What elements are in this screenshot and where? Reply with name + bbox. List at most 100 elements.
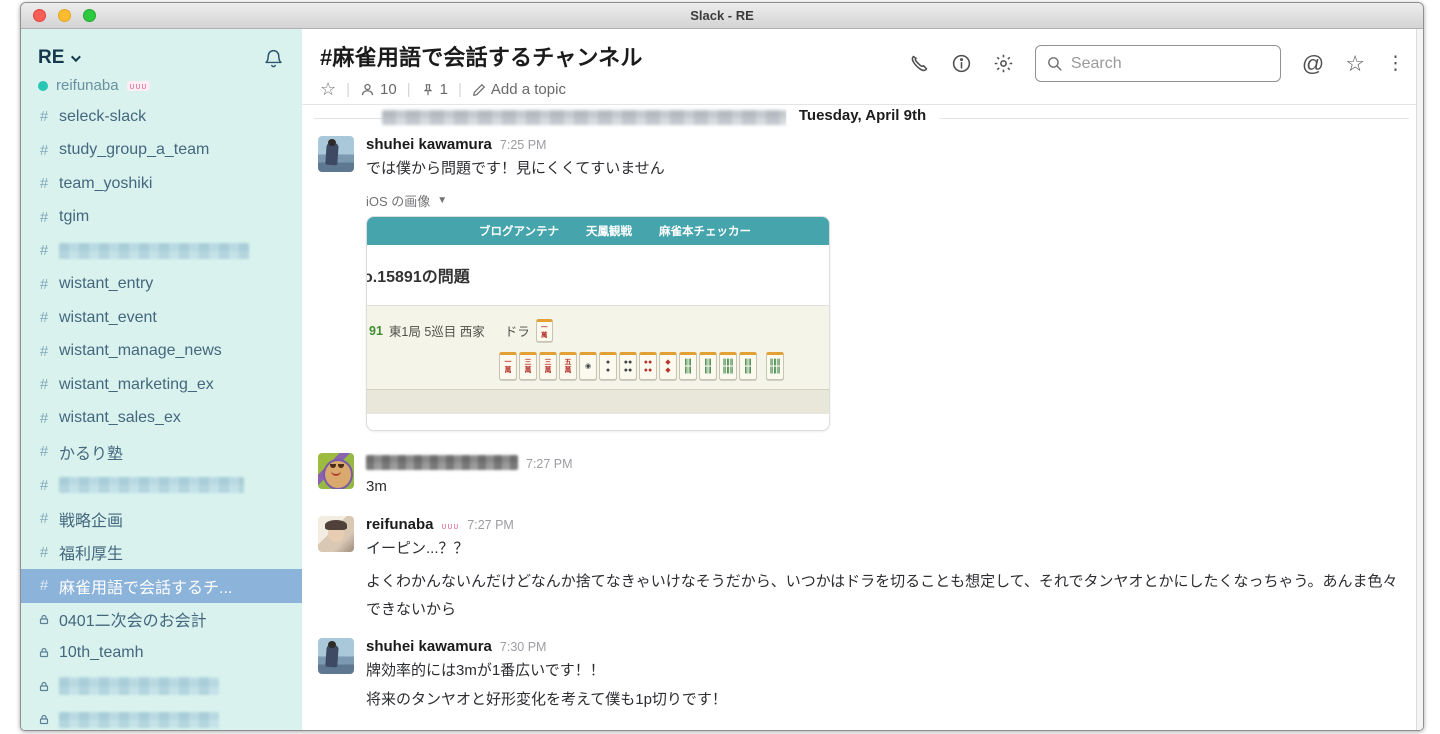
sidebar-item-9[interactable]: # wistant_sales_ex <box>21 402 302 436</box>
zoom-window-button[interactable] <box>83 9 96 22</box>
sidebar-item-7[interactable]: # wistant_manage_news <box>21 335 302 369</box>
channel-label: wistant_marketing_ex <box>59 375 214 393</box>
sidebar-item-blurred-11[interactable]: # <box>21 469 302 503</box>
sidebar-item-16[interactable]: 10th_teamh <box>21 636 302 670</box>
sidebar-item-1[interactable]: # study_group_a_team <box>21 134 302 168</box>
current-user[interactable]: reifunaba υυυ <box>21 74 302 100</box>
mahjong-tile: 一 萬 <box>499 352 517 380</box>
search-box[interactable] <box>1034 45 1281 82</box>
member-count[interactable]: 10 <box>360 81 397 98</box>
message-username[interactable]: shuhei kawamura <box>366 638 492 655</box>
avatar[interactable] <box>318 136 354 172</box>
message-username[interactable]: shuhei kawamura <box>366 136 492 153</box>
titlebar: Slack - RE <box>21 3 1423 29</box>
window-scrollbar[interactable] <box>1416 29 1423 730</box>
embed-nav-bar: ブログアンテナ 天鳳観戦 麻雀本チェッカー <box>367 217 829 245</box>
message-text: よくわかんないんだけどなんか捨てなきゃいけなそうだから、いつかはドラを切ることも… <box>366 573 1398 618</box>
attachment-toggle[interactable]: iOS の画像 ▼ <box>366 191 1399 210</box>
avatar[interactable] <box>318 637 354 674</box>
workspace-menu[interactable]: RE <box>38 47 82 69</box>
settings-gear-icon[interactable] <box>993 53 1014 74</box>
lock-icon <box>38 713 50 726</box>
channel-info-icon[interactable] <box>951 53 972 74</box>
channel-label: 0401二次会のお会計 <box>59 613 207 631</box>
mahjong-tile: ●● ●● <box>639 352 657 380</box>
message-timestamp[interactable]: 7:25 PM <box>500 138 547 152</box>
message-text: 将来のタンヤオと好形変化を考えて僕も1p切りです！ <box>366 690 727 708</box>
sidebar-item-15[interactable]: 0401二次会のお会計 <box>21 603 302 637</box>
message-timestamp[interactable]: 7:27 PM <box>467 518 514 532</box>
date-divider-label[interactable]: Tuesday, April 9th <box>785 107 940 124</box>
main-panel: #麻雀用語で会話するチャンネル ☆ | 10 | 1 | Add a topic… <box>302 29 1423 730</box>
embed-page-title-row: o.15891の問題 <box>367 245 829 306</box>
hash-icon: # <box>39 409 49 427</box>
message-timestamp[interactable]: 7:30 PM <box>500 640 547 654</box>
username-status-emoji: υυυ <box>441 521 460 531</box>
hash-icon: # <box>39 443 49 461</box>
person-icon <box>361 83 374 96</box>
sidebar-item-12[interactable]: # 戦略企画 <box>21 502 302 536</box>
pinned-items[interactable]: 1 <box>421 81 448 98</box>
sidebar-item-blurred-17[interactable] <box>21 670 302 704</box>
starred-items-icon[interactable]: ☆ <box>1345 51 1365 77</box>
sidebar-item-5[interactable]: # wistant_entry <box>21 268 302 302</box>
workspace-name: RE <box>38 47 65 68</box>
hash-icon: # <box>39 208 49 226</box>
sidebar-item-8[interactable]: # wistant_marketing_ex <box>21 368 302 402</box>
lock-icon <box>38 613 50 626</box>
message-timestamp[interactable]: 7:27 PM <box>526 457 573 471</box>
sidebar-item-6[interactable]: # wistant_event <box>21 301 302 335</box>
sidebar-item-blurred-4[interactable]: # <box>21 234 302 268</box>
channel-label: wistant_event <box>59 308 157 326</box>
pinned-count-value: 1 <box>439 81 448 98</box>
avatar[interactable] <box>318 453 354 489</box>
collapse-triangle-icon: ▼ <box>437 195 448 206</box>
mahjong-tile: ∥∥∥ ∥∥∥ <box>719 352 737 380</box>
embed-nav-link: 天鳳観戦 <box>586 226 632 238</box>
channel-label: wistant_manage_news <box>59 342 222 360</box>
attached-image[interactable]: ブログアンテナ 天鳳観戦 麻雀本チェッカー o.15891の問題 91 東1局 5巡… <box>366 216 830 431</box>
hash-icon: # <box>39 309 49 327</box>
hash-icon: # <box>39 275 49 293</box>
message: shuhei kawamura 7:30 PM 牌効率的には3mが1番広いです！… <box>302 631 1423 716</box>
add-topic-button[interactable]: Add a topic <box>472 81 566 98</box>
hash-icon: # <box>39 577 49 595</box>
mahjong-tile: ◉ <box>579 352 597 380</box>
channel-label: 麻雀用語で会話するチ... <box>59 579 233 597</box>
more-options-kebab-icon[interactable]: ⋮ <box>1386 54 1405 73</box>
embed-nav-link: 麻雀本チェッカー <box>659 226 751 238</box>
channel-label: seleck-slack <box>59 107 147 125</box>
mentions-at-icon[interactable]: @ <box>1302 51 1324 77</box>
sidebar-item-10[interactable]: # かるり塾 <box>21 435 302 469</box>
notifications-bell-icon[interactable] <box>263 48 284 69</box>
channel-header: #麻雀用語で会話するチャンネル ☆ | 10 | 1 | Add a topic… <box>302 29 1423 105</box>
search-input[interactable] <box>1070 54 1251 73</box>
blurred-username[interactable] <box>366 455 518 470</box>
channel-label: study_group_a_team <box>59 141 210 159</box>
sidebar-item-2[interactable]: # team_yoshiki <box>21 167 302 201</box>
message-username[interactable]: reifunaba <box>366 516 434 533</box>
hash-icon: # <box>39 476 49 494</box>
minimize-window-button[interactable] <box>58 9 71 22</box>
sidebar-item-blurred-18[interactable] <box>21 703 302 730</box>
hash-icon: # <box>39 108 49 126</box>
mahjong-tile: ● ● <box>599 352 617 380</box>
hash-icon: # <box>39 376 49 394</box>
mahjong-tile: ∥∥∥ ∥∥∥ <box>766 352 784 380</box>
sidebar-item-0[interactable]: # seleck-slack <box>21 100 302 134</box>
avatar[interactable] <box>318 516 354 552</box>
sidebar-item-3[interactable]: # tgim <box>21 201 302 235</box>
star-channel-button[interactable]: ☆ <box>320 79 336 100</box>
message: shuhei kawamura 7:25 PM では僕から問題です！見にくくてす… <box>302 129 1423 434</box>
sidebar-item-13[interactable]: # 福利厚生 <box>21 536 302 570</box>
pencil-icon <box>472 83 485 96</box>
hash-icon: # <box>39 175 49 193</box>
message: reifunaba υυυ 7:27 PM イーピン...？？ よくわかんないん… <box>302 509 1423 627</box>
close-window-button[interactable] <box>33 9 46 22</box>
hand-tiles: 一 萬三 萬三 萬五 萬 ◉ ● ● ●● ●● ●● ●● ◆ ◆ ∥∥ ∥∥ ∥∥ ∥∥ ∥… <box>367 346 829 389</box>
mahjong-tile: 三 萬 <box>539 352 557 380</box>
call-phone-icon[interactable] <box>909 53 930 74</box>
mahjong-tile: 三 萬 <box>519 352 537 380</box>
channel-label: 10th_teamh <box>59 643 144 661</box>
sidebar-item-14[interactable]: # 麻雀用語で会話するチ... <box>21 569 302 603</box>
